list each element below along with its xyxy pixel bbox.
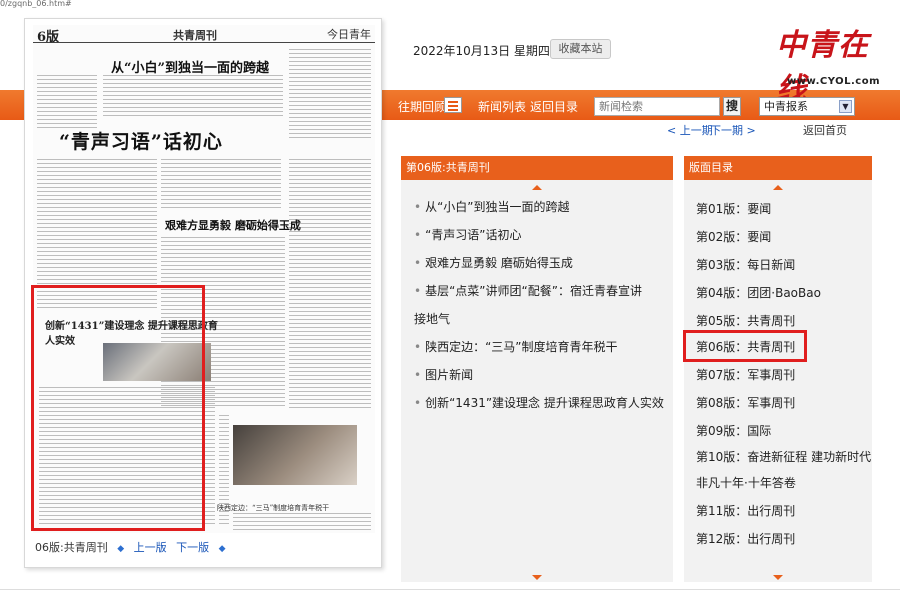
edition-item[interactable]: 第03版：每日新闻 — [696, 252, 878, 279]
bookmark-button[interactable]: 收藏本站 — [550, 39, 611, 59]
previous-issue-link[interactable]: < 上一期 — [667, 122, 713, 138]
news-list-link[interactable]: 新闻列表 — [478, 98, 526, 115]
edition-item[interactable]: 第01版：要闻 — [696, 196, 878, 223]
current-date: 2022年10月13日 星期四 — [413, 44, 550, 58]
scroll-down-icon[interactable] — [773, 575, 783, 580]
prev-edition-link[interactable]: 上一版 — [134, 541, 167, 554]
newspaper-select[interactable]: 中青报系 ▼ — [759, 97, 855, 116]
article-item[interactable]: • 从“小白”到独当一面的跨越 — [414, 194, 680, 221]
edition-item[interactable]: 第12版：出行周刊 — [696, 526, 878, 553]
articles-panel-title: 第06版:共青周刊 — [401, 156, 673, 180]
article-item[interactable]: • 创新“1431”建设理念 提升课程思政育人实效 — [414, 390, 680, 417]
paper-headline-3[interactable]: 艰难方显勇毅 磨砺始得玉成 — [165, 217, 301, 233]
article-item[interactable]: • 艰难方显勇毅 磨砺始得玉成 — [414, 250, 680, 277]
bullet-icon: • — [414, 228, 422, 242]
text-column — [233, 513, 371, 531]
text-column — [103, 75, 283, 119]
page-root: 0/zgqnb_06.htm# 6版 共青周刊 今日青年 从“小白”到独当一面的… — [0, 0, 900, 592]
edition-item[interactable]: 第04版：团团·BaoBao — [696, 280, 878, 307]
paper-section-title: 共青周刊 — [173, 29, 217, 42]
past-issues-link[interactable]: 往期回顾 — [398, 98, 446, 115]
paper-headline-2[interactable]: “青声习语”话初心 — [59, 127, 223, 154]
bullet-icon: • — [414, 396, 422, 410]
scroll-up-icon[interactable] — [773, 185, 783, 190]
bullet-icon: • — [414, 284, 422, 298]
bullet-icon: • — [414, 256, 422, 270]
edition-item[interactable]: 第02版：要闻 — [696, 224, 878, 251]
paper-photo — [233, 425, 357, 485]
edition-label: 06版:共青周刊 — [35, 541, 108, 554]
bullet-icon: • — [414, 368, 422, 382]
edition-item[interactable]: 第10版：奋进新征程 建功新时代 — [696, 444, 878, 471]
diamond-icon: ◆ — [117, 544, 125, 554]
highlight-box-article — [31, 285, 205, 531]
highlight-box-edition — [683, 330, 807, 362]
bullet-icon: • — [414, 340, 422, 354]
search-button[interactable]: 搜 — [723, 97, 741, 116]
text-column — [161, 159, 281, 211]
paper-headline-1[interactable]: 从“小白”到独当一面的跨越 — [111, 57, 269, 76]
article-item[interactable]: • “青声习语”话初心 — [414, 222, 680, 249]
paper-logo: 今日青年 — [327, 28, 371, 41]
edition-item-continued[interactable]: 非凡十年·十年答卷 — [696, 470, 878, 497]
text-column — [289, 49, 371, 139]
url-hint: 0/zgqnb_06.htm# — [0, 0, 72, 8]
site-logo[interactable]: 中青在线 — [752, 20, 872, 107]
next-issue-link[interactable]: 下一期 > — [710, 122, 756, 138]
edition-item[interactable]: 第07版：军事周刊 — [696, 362, 878, 389]
text-column — [37, 75, 97, 131]
edition-item[interactable]: 第08版：军事周刊 — [696, 390, 878, 417]
paper-footer: 06版:共青周刊 ◆ 上一版 下一版 ◆ — [35, 539, 232, 555]
diamond-icon: ◆ — [218, 544, 226, 554]
home-link[interactable]: 返回首页 — [803, 122, 847, 138]
back-to-contents-link[interactable]: 返回目录 — [530, 98, 578, 115]
logo-url: www.CYOL.com — [787, 76, 880, 87]
paper-headline-5[interactable]: 陕西定边：“三马”制度培育青年税干 — [217, 503, 329, 513]
bottom-divider — [0, 589, 900, 590]
paper-masthead: 6版 共青周刊 今日青年 — [33, 25, 375, 45]
scroll-down-icon[interactable] — [532, 575, 542, 580]
article-item[interactable]: • 图片新闻 — [414, 362, 680, 389]
scroll-up-icon[interactable] — [532, 185, 542, 190]
editions-panel-title: 版面目录 — [684, 156, 872, 180]
search-input[interactable] — [594, 97, 720, 116]
next-edition-link[interactable]: 下一版 — [176, 541, 209, 554]
edition-item[interactable]: 第09版：国际 — [696, 418, 878, 445]
text-column — [289, 159, 371, 409]
chevron-down-icon[interactable]: ▼ — [839, 100, 852, 113]
edition-item[interactable]: 第11版：出行周刊 — [696, 498, 878, 525]
layout-list-icon[interactable] — [444, 97, 462, 113]
logo-calligraphy: 中青在线 — [776, 28, 869, 107]
paper-page-number: 6版 — [37, 30, 60, 45]
article-item[interactable]: • 基层“点菜”讲师团“配餐”：宿迁青春宣讲 — [414, 278, 680, 305]
select-value: 中青报系 — [764, 100, 808, 113]
article-item-continued[interactable]: 接地气 — [414, 306, 680, 333]
article-item[interactable]: • 陕西定边：“三马”制度培育青年税干 — [414, 334, 680, 361]
bullet-icon: • — [414, 200, 422, 214]
